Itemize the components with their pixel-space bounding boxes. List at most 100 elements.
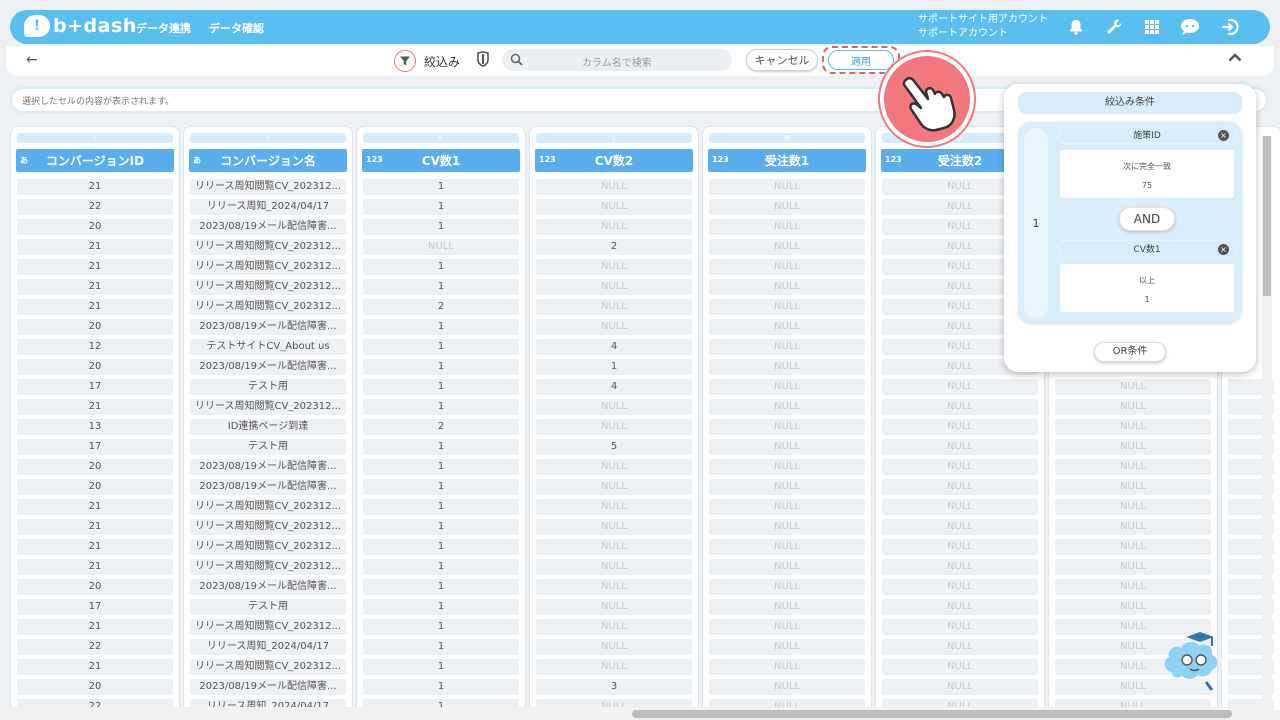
- table-cell[interactable]: 1: [363, 319, 519, 335]
- table-cell[interactable]: ID連携ページ到達: [190, 419, 346, 435]
- wrench-icon[interactable]: [1104, 17, 1124, 37]
- table-cell[interactable]: NULL: [709, 679, 865, 695]
- table-cell[interactable]: 4: [536, 379, 692, 395]
- table-cell[interactable]: NULL: [882, 539, 1038, 555]
- table-cell[interactable]: NULL: [536, 559, 692, 575]
- remove-condition-icon[interactable]: ×: [1218, 130, 1229, 141]
- table-cell[interactable]: NULL: [536, 619, 692, 635]
- table-cell[interactable]: NULL: [536, 579, 692, 595]
- column-letter[interactable]: I: [17, 133, 173, 143]
- table-cell[interactable]: リリース周知閲覧CV_202312...: [190, 499, 346, 515]
- horizontal-scroll-thumb[interactable]: [632, 710, 1232, 718]
- table-cell[interactable]: NULL: [709, 479, 865, 495]
- table-cell[interactable]: 1: [363, 339, 519, 355]
- table-cell[interactable]: 1: [363, 459, 519, 475]
- table-cell[interactable]: リリース周知閲覧CV_202312...: [190, 519, 346, 535]
- cancel-button[interactable]: キャンセル: [746, 49, 818, 71]
- table-cell[interactable]: NULL: [1055, 419, 1211, 435]
- table-cell[interactable]: NULL: [709, 339, 865, 355]
- table-cell[interactable]: 2: [363, 299, 519, 315]
- table-cell[interactable]: 21: [17, 539, 173, 555]
- table-cell[interactable]: 1: [363, 619, 519, 635]
- table-cell[interactable]: NULL: [709, 439, 865, 455]
- collapse-chevron-icon[interactable]: [1228, 50, 1242, 66]
- table-cell[interactable]: 21: [17, 619, 173, 635]
- table-cell[interactable]: NULL: [536, 319, 692, 335]
- table-cell[interactable]: NULL: [709, 319, 865, 335]
- table-cell[interactable]: 3: [536, 679, 692, 695]
- table-cell[interactable]: 1: [363, 479, 519, 495]
- table-cell[interactable]: リリース周知閲覧CV_202312...: [190, 619, 346, 635]
- table-cell[interactable]: NULL: [709, 359, 865, 375]
- filter-label[interactable]: 絞込み: [424, 53, 460, 70]
- table-cell[interactable]: 20: [17, 679, 173, 695]
- table-cell[interactable]: リリース周知閲覧CV_202312...: [190, 299, 346, 315]
- table-cell[interactable]: NULL: [882, 599, 1038, 615]
- table-cell[interactable]: リリース周知_2024/04/17: [190, 199, 346, 215]
- column-header[interactable]: 123 CV数1: [362, 149, 520, 172]
- table-cell[interactable]: NULL: [709, 279, 865, 295]
- table-cell[interactable]: NULL: [882, 639, 1038, 655]
- table-cell[interactable]: NULL: [709, 399, 865, 415]
- apps-grid-icon[interactable]: [1142, 17, 1162, 37]
- table-cell[interactable]: NULL: [709, 659, 865, 675]
- table-cell[interactable]: 21: [17, 239, 173, 255]
- table-cell[interactable]: 2023/08/19メール配信障害...: [190, 679, 346, 695]
- table-cell[interactable]: NULL: [882, 659, 1038, 675]
- vertical-scroll-thumb[interactable]: [1263, 136, 1271, 296]
- table-cell[interactable]: NULL: [709, 639, 865, 655]
- table-cell[interactable]: 22: [17, 199, 173, 215]
- table-cell[interactable]: NULL: [882, 379, 1038, 395]
- column-letter[interactable]: L: [536, 133, 692, 143]
- app-logo[interactable]: ! b+dash: [24, 15, 137, 37]
- mascot-cloud-icon[interactable]: [1160, 626, 1228, 692]
- table-cell[interactable]: NULL: [709, 199, 865, 215]
- table-cell[interactable]: 1: [363, 439, 519, 455]
- table-cell[interactable]: 4: [536, 339, 692, 355]
- table-cell[interactable]: テスト用: [190, 379, 346, 395]
- table-cell[interactable]: NULL: [709, 499, 865, 515]
- table-cell[interactable]: NULL: [1055, 399, 1211, 415]
- nav-data-check[interactable]: データ確認: [209, 20, 264, 36]
- table-cell[interactable]: 2023/08/19メール配信障害...: [190, 479, 346, 495]
- table-cell[interactable]: 21: [17, 279, 173, 295]
- table-cell[interactable]: テスト用: [190, 439, 346, 455]
- table-cell[interactable]: 20: [17, 219, 173, 235]
- table-cell[interactable]: NULL: [882, 399, 1038, 415]
- table-cell[interactable]: NULL: [882, 459, 1038, 475]
- nav-data-integration[interactable]: データ連携: [136, 20, 191, 36]
- table-cell[interactable]: 12: [17, 339, 173, 355]
- table-cell[interactable]: 1: [363, 659, 519, 675]
- column-header[interactable]: 123 CV数2: [535, 149, 693, 172]
- remove-condition-icon[interactable]: ×: [1218, 244, 1229, 255]
- table-cell[interactable]: 1: [363, 179, 519, 195]
- table-cell[interactable]: NULL: [1055, 379, 1211, 395]
- filter-icon[interactable]: [394, 50, 416, 72]
- table-cell[interactable]: NULL: [709, 219, 865, 235]
- table-cell[interactable]: NULL: [1055, 439, 1211, 455]
- table-cell[interactable]: 20: [17, 579, 173, 595]
- table-cell[interactable]: 21: [17, 519, 173, 535]
- column-header[interactable]: あ コンバージョン名: [189, 149, 347, 172]
- table-cell[interactable]: NULL: [709, 579, 865, 595]
- table-cell[interactable]: 13: [17, 419, 173, 435]
- table-cell[interactable]: 2023/08/19メール配信障害...: [190, 459, 346, 475]
- table-cell[interactable]: NULL: [536, 259, 692, 275]
- table-cell[interactable]: NULL: [1055, 559, 1211, 575]
- table-cell[interactable]: 5: [536, 439, 692, 455]
- bell-icon[interactable]: [1066, 17, 1086, 37]
- table-cell[interactable]: テストサイトCV_About us: [190, 339, 346, 355]
- and-toggle-button[interactable]: AND: [1119, 207, 1175, 231]
- table-cell[interactable]: NULL: [709, 419, 865, 435]
- table-cell[interactable]: 1: [363, 499, 519, 515]
- table-cell[interactable]: 17: [17, 439, 173, 455]
- table-cell[interactable]: 1: [363, 279, 519, 295]
- table-cell[interactable]: 1: [363, 199, 519, 215]
- table-cell[interactable]: 21: [17, 259, 173, 275]
- table-cell[interactable]: 22: [17, 639, 173, 655]
- table-cell[interactable]: 1: [536, 359, 692, 375]
- table-cell[interactable]: NULL: [536, 199, 692, 215]
- table-cell[interactable]: NULL: [536, 479, 692, 495]
- table-cell[interactable]: リリース周知閲覧CV_202312...: [190, 559, 346, 575]
- table-cell[interactable]: リリース周知_2024/04/17: [190, 639, 346, 655]
